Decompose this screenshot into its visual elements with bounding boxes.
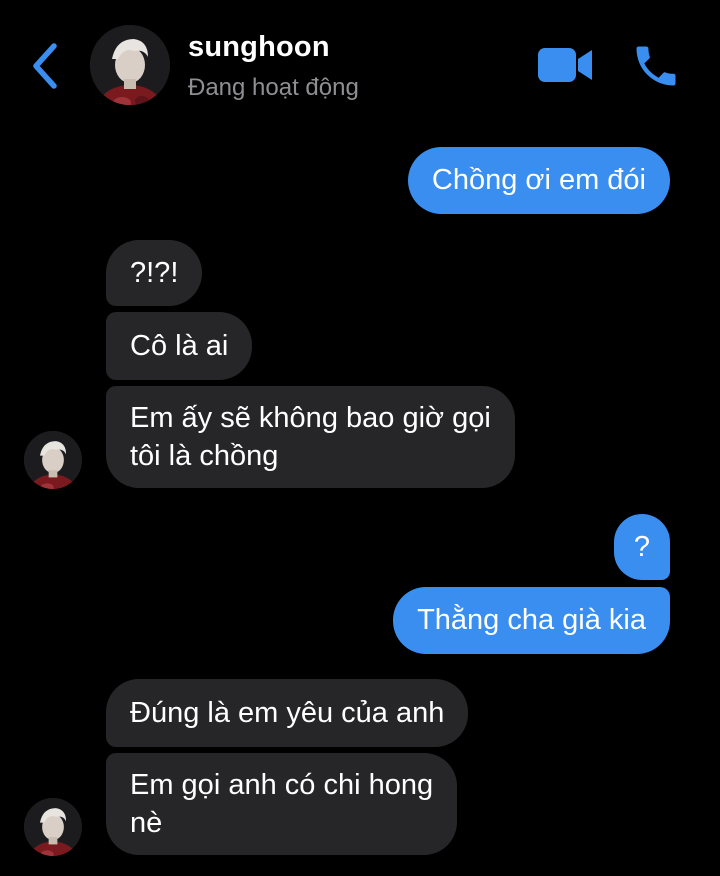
video-call-button[interactable] xyxy=(536,44,594,86)
message-line: Em gọi anh có chi hong xyxy=(130,769,434,801)
message-bubble-incoming[interactable]: ?!?! xyxy=(106,240,203,306)
contact-avatar-small[interactable] xyxy=(24,431,82,489)
message-bubble-incoming[interactable]: Em ấy sẽ không bao giờ gọi tôi là chồng xyxy=(106,386,515,488)
phone-icon xyxy=(636,46,676,86)
message-bubble-outgoing[interactable]: ? xyxy=(613,514,670,580)
message-bubble-incoming[interactable]: Cô là ai xyxy=(106,312,253,380)
message-line: tôi là chồng xyxy=(130,440,279,472)
message-bubble-outgoing[interactable]: Chồng ơi em đói xyxy=(407,147,670,214)
contact-avatar[interactable] xyxy=(90,25,170,105)
contact-name[interactable]: sunghoon xyxy=(188,31,330,64)
message-bubble-incoming[interactable]: Đúng là em yêu của anh xyxy=(106,679,469,747)
chevron-left-icon xyxy=(33,43,57,89)
message-line: Em ấy sẽ không bao giờ gọi xyxy=(130,402,491,434)
video-camera-icon xyxy=(538,48,592,82)
active-status: Đang hoạt động xyxy=(188,74,359,101)
message-bubble-outgoing[interactable]: Thằng cha già kia xyxy=(393,587,670,654)
message-line: nè xyxy=(130,807,163,839)
contact-avatar-small[interactable] xyxy=(24,798,82,856)
message-bubble-incoming[interactable]: Em gọi anh có chi hong nè xyxy=(106,753,458,855)
back-button[interactable] xyxy=(26,40,66,92)
chat-header: sunghoon Đang hoạt động xyxy=(0,0,720,124)
voice-call-button[interactable] xyxy=(630,40,682,92)
